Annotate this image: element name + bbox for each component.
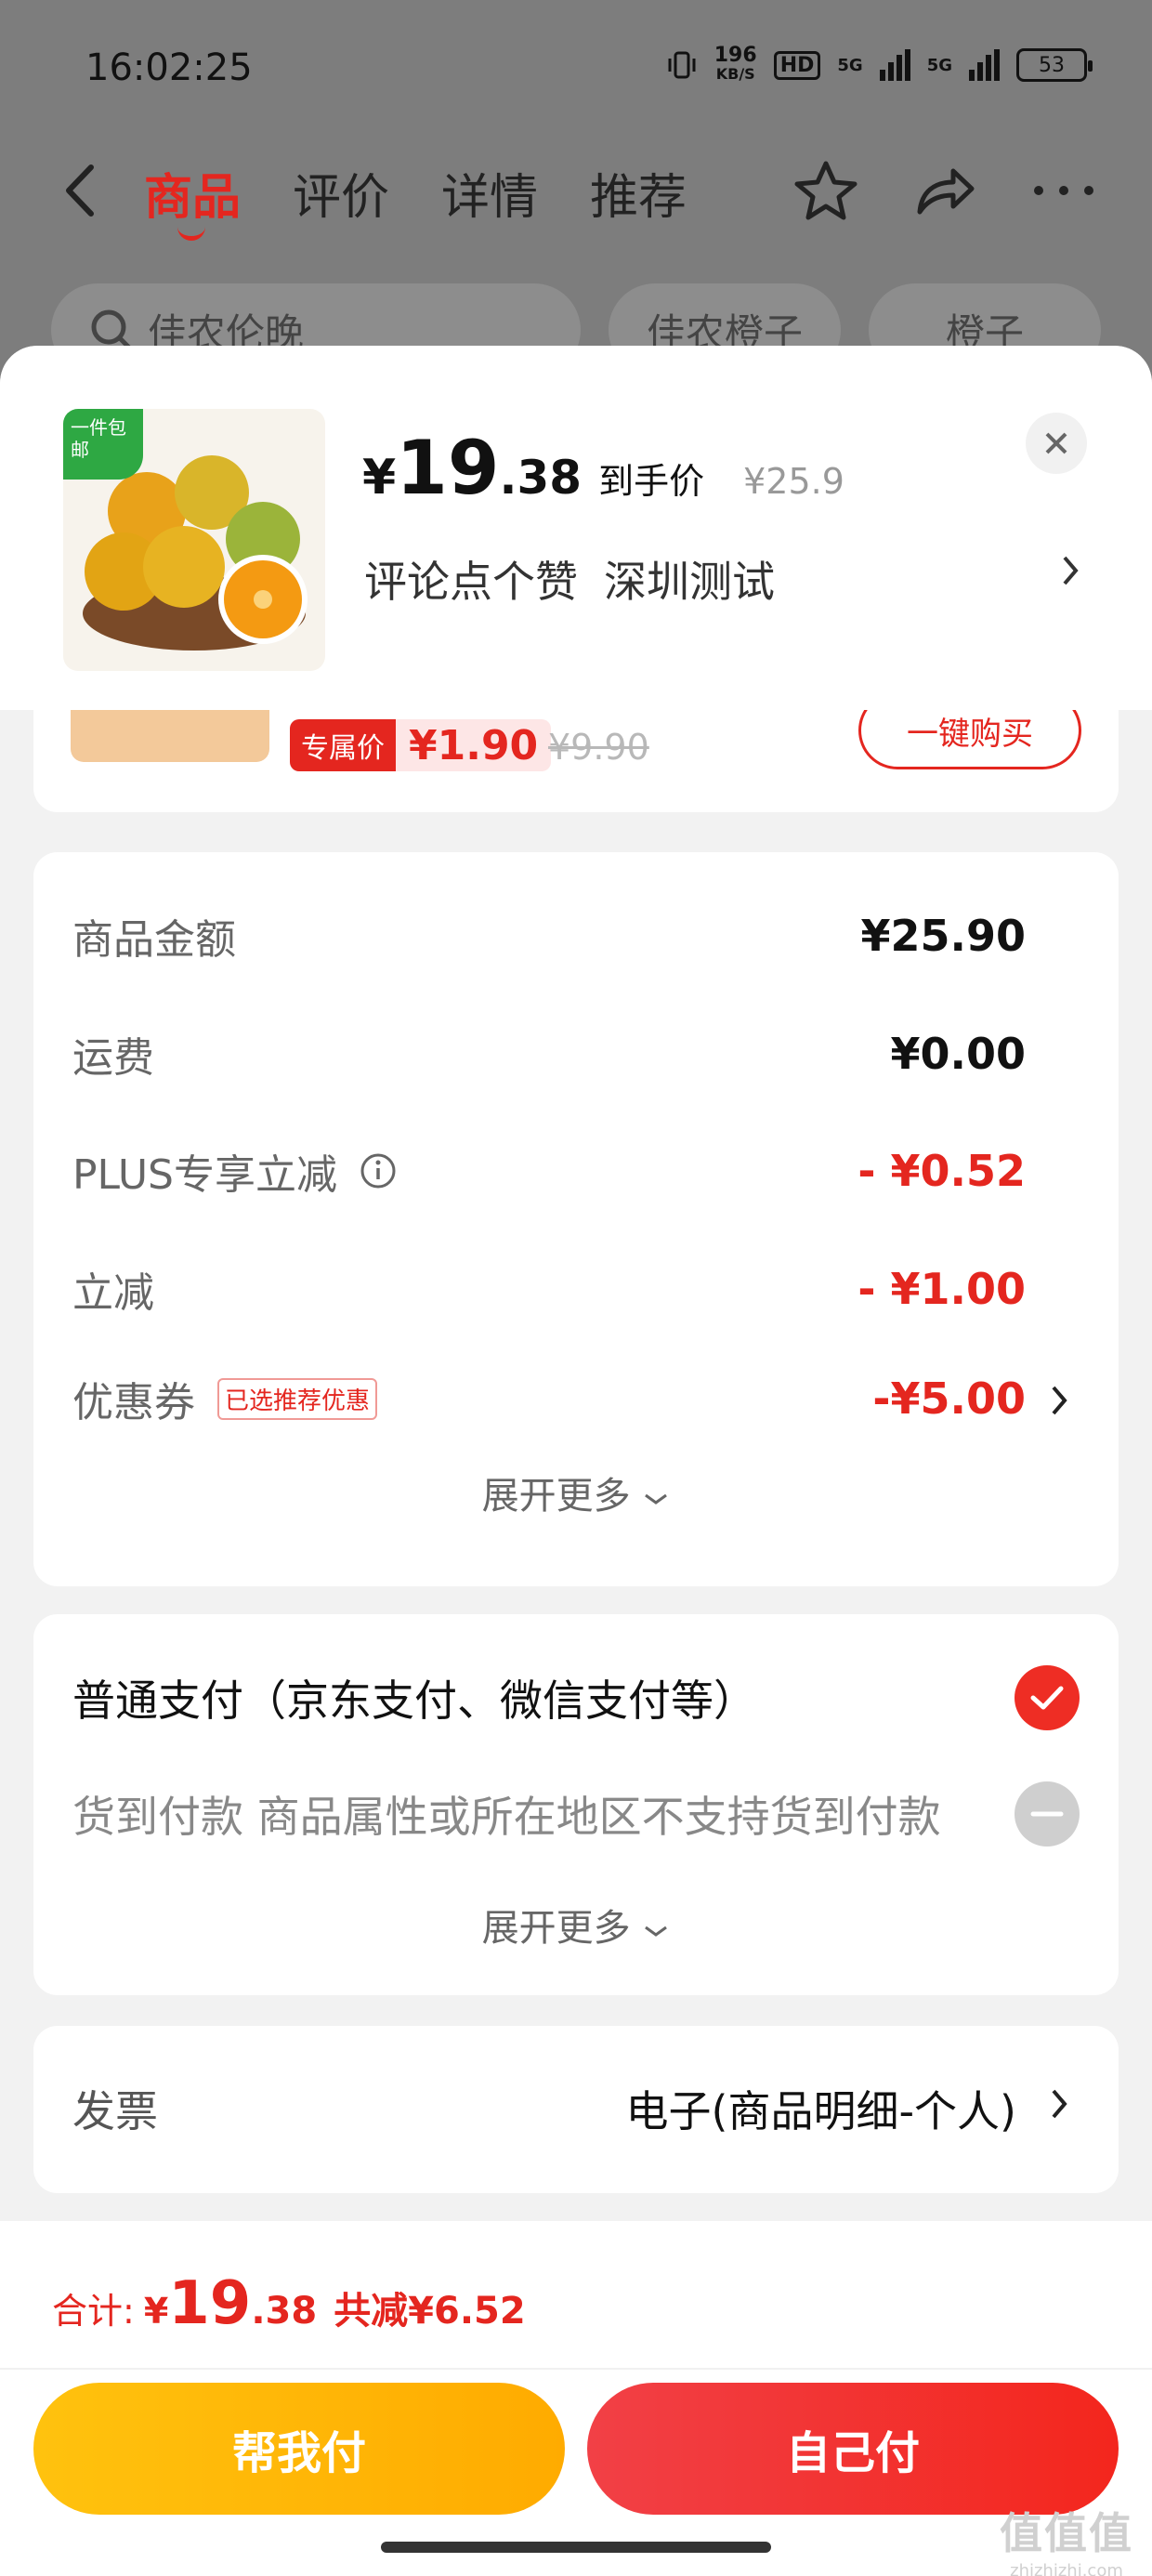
spec-selector[interactable]: 评论点个赞 深圳测试 (364, 548, 775, 610)
total-currency: ¥ (143, 2291, 169, 2332)
star-icon[interactable] (793, 158, 858, 223)
payment-option-label: 货到付款 商品属性或所在地区不支持货到付款 (72, 1792, 941, 1842)
help-me-pay-button[interactable]: 帮我付 (33, 2383, 565, 2515)
fee-row-coupon[interactable]: 优惠券 已选推荐优惠 -¥5.00 (72, 1366, 1026, 1431)
fee-row-instant-discount: 立减 - ¥1.00 (72, 1256, 1026, 1321)
upsell-image (71, 710, 269, 762)
watermark: 值值值 zhizhizhi.com (1000, 2500, 1133, 2576)
watermark-logo: 值值值 (1000, 2508, 1133, 2558)
watermark-url: zhizhizhi.com (1010, 2561, 1123, 2576)
status-bar: 16:02:25 196 KB/S HD 5G 5G 53 (0, 37, 1152, 102)
status-icons: 196 KB/S HD 5G 5G 53 (666, 46, 1093, 84)
fee-value: ¥0.00 (890, 1029, 1026, 1079)
fee-label: 立减 (72, 1269, 154, 1317)
free-shipping-tag: 一件包邮 (63, 409, 143, 480)
signal-icon-1 (879, 49, 910, 81)
fee-value: - ¥1.00 (857, 1264, 1026, 1314)
price-integer: 19 (396, 425, 500, 511)
payment-expand-label: 展开更多 (481, 1907, 631, 1950)
hd-icon: HD (773, 50, 821, 80)
radio-checked-icon[interactable] (1015, 1665, 1080, 1730)
price-line: ¥ 19 .38 到手价 ¥25.9 (362, 425, 844, 511)
spec-value-2: 深圳测试 (604, 557, 775, 607)
checkout-footer: 合计: ¥ 19 .38 共减¥6.52 帮我付 自己付 值值值 zhizhiz… (0, 2221, 1152, 2576)
fee-row-goods-amount: 商品金额 ¥25.90 (72, 903, 1026, 968)
net-speed-value: 196 (713, 44, 757, 67)
one-click-buy-button[interactable]: 一键购买 (858, 710, 1081, 769)
tab-reviews[interactable]: 评价 (293, 158, 389, 228)
original-price: ¥25.9 (743, 461, 844, 502)
fee-row-shipping: 运费 ¥0.00 (72, 1021, 1026, 1086)
fee-row-plus-discount: PLUS专享立减 - ¥0.52 (72, 1138, 1026, 1203)
nav-tabs: 商品 评价 详情 推荐 (144, 158, 687, 241)
pay-myself-button[interactable]: 自己付 (587, 2383, 1119, 2515)
fee-label: 运费 (72, 1034, 154, 1082)
total-decimal: .38 (251, 2290, 318, 2333)
total-line: 合计: ¥ 19 .38 共减¥6.52 (52, 2269, 526, 2338)
price-currency: ¥ (362, 450, 397, 506)
payment-option-normal[interactable]: 普通支付（京东支付、微信支付等） (72, 1661, 1080, 1735)
exclusive-price-badge: 专属价 ¥1.90 (290, 719, 552, 771)
chevron-right-icon[interactable] (1059, 552, 1081, 589)
footer-divider (0, 2368, 1152, 2370)
signal-icon-2 (969, 49, 1000, 81)
recommended-coupon-tag: 已选推荐优惠 (217, 1377, 378, 1420)
price-decimal: .38 (499, 451, 583, 505)
upsell-original-price: ¥9.90 (548, 727, 649, 768)
fee-value: -¥5.00 (872, 1373, 1026, 1424)
product-header: 一件包邮 ¥ 19 .38 到手价 ¥25.9 评论点个赞 深圳测试 (0, 346, 1152, 710)
home-indicator[interactable] (381, 2542, 771, 2553)
chevron-right-icon[interactable] (1048, 1382, 1070, 1419)
signal-label-2: 5G (926, 55, 952, 75)
invoice-label: 发票 (72, 2086, 158, 2136)
chevron-down-icon (645, 1925, 668, 1937)
background-page: 16:02:25 196 KB/S HD 5G 5G 53 商品 评价 详情 推… (0, 0, 1152, 390)
signal-label-1: 5G (837, 55, 863, 75)
product-image: 一件包邮 (63, 409, 325, 671)
info-icon[interactable] (360, 1152, 397, 1189)
total-integer: 19 (168, 2269, 252, 2338)
fee-expand-label: 展开更多 (481, 1475, 631, 1518)
fee-value: - ¥0.52 (857, 1146, 1026, 1196)
more-icon[interactable] (1031, 181, 1096, 200)
upsell-card: 专属价 ¥1.90 ¥9.90 一键购买 (33, 710, 1119, 812)
close-icon (1045, 432, 1067, 454)
vibrate-icon (668, 51, 696, 79)
chevron-down-icon (645, 1493, 668, 1505)
invoice-card[interactable]: 发票 电子(商品明细-个人) (33, 2026, 1119, 2193)
payment-method-card: 普通支付（京东支付、微信支付等） 货到付款 商品属性或所在地区不支持货到付款 展… (33, 1614, 1119, 1995)
fee-label-wrap: PLUS专享立减 (72, 1141, 397, 1201)
status-time: 16:02:25 (85, 46, 253, 89)
invoice-value: 电子(商品明细-个人) (625, 2086, 1017, 2136)
chevron-right-icon[interactable] (1048, 2085, 1070, 2123)
share-icon[interactable] (912, 158, 977, 223)
net-speed-unit: KB/S (715, 65, 755, 83)
price-label: 到手价 (598, 461, 705, 502)
fee-value: ¥25.90 (860, 911, 1026, 961)
payment-option-cod: 货到付款 商品属性或所在地区不支持货到付款 (72, 1777, 1080, 1851)
tab-details[interactable]: 详情 (441, 158, 538, 228)
back-icon[interactable] (56, 158, 111, 223)
payment-option-label: 普通支付（京东支付、微信支付等） (72, 1676, 756, 1726)
payment-expand-more[interactable]: 展开更多 (33, 1898, 1119, 1952)
battery-icon: 53 (1016, 48, 1093, 82)
net-speed: 196 KB/S (714, 46, 757, 84)
tab-recommend[interactable]: 推荐 (590, 158, 687, 228)
nav-actions (793, 158, 1096, 223)
total-label: 合计: (52, 2291, 135, 2332)
fee-expand-more[interactable]: 展开更多 (33, 1465, 1119, 1519)
fee-label: PLUS专享立减 (72, 1151, 337, 1199)
fee-label: 优惠券 (72, 1379, 195, 1426)
fee-breakdown-card: 商品金额 ¥25.90 运费 ¥0.00 PLUS专享立减 - ¥0.52 立减… (33, 852, 1119, 1586)
total-saving: 共减¥6.52 (334, 2290, 526, 2333)
exclusive-price: ¥1.90 (409, 721, 539, 769)
radio-disabled-icon (1015, 1781, 1080, 1847)
fee-label-wrap: 优惠券 已选推荐优惠 (72, 1369, 378, 1428)
exclusive-price-tag: 专属价 (290, 719, 396, 771)
nav-bar: 商品 评价 详情 推荐 (0, 139, 1152, 242)
fee-label: 商品金额 (72, 916, 236, 964)
tab-goods[interactable]: 商品 (144, 158, 241, 241)
close-button[interactable] (1026, 413, 1087, 474)
spec-value-1: 评论点个赞 (364, 557, 578, 607)
